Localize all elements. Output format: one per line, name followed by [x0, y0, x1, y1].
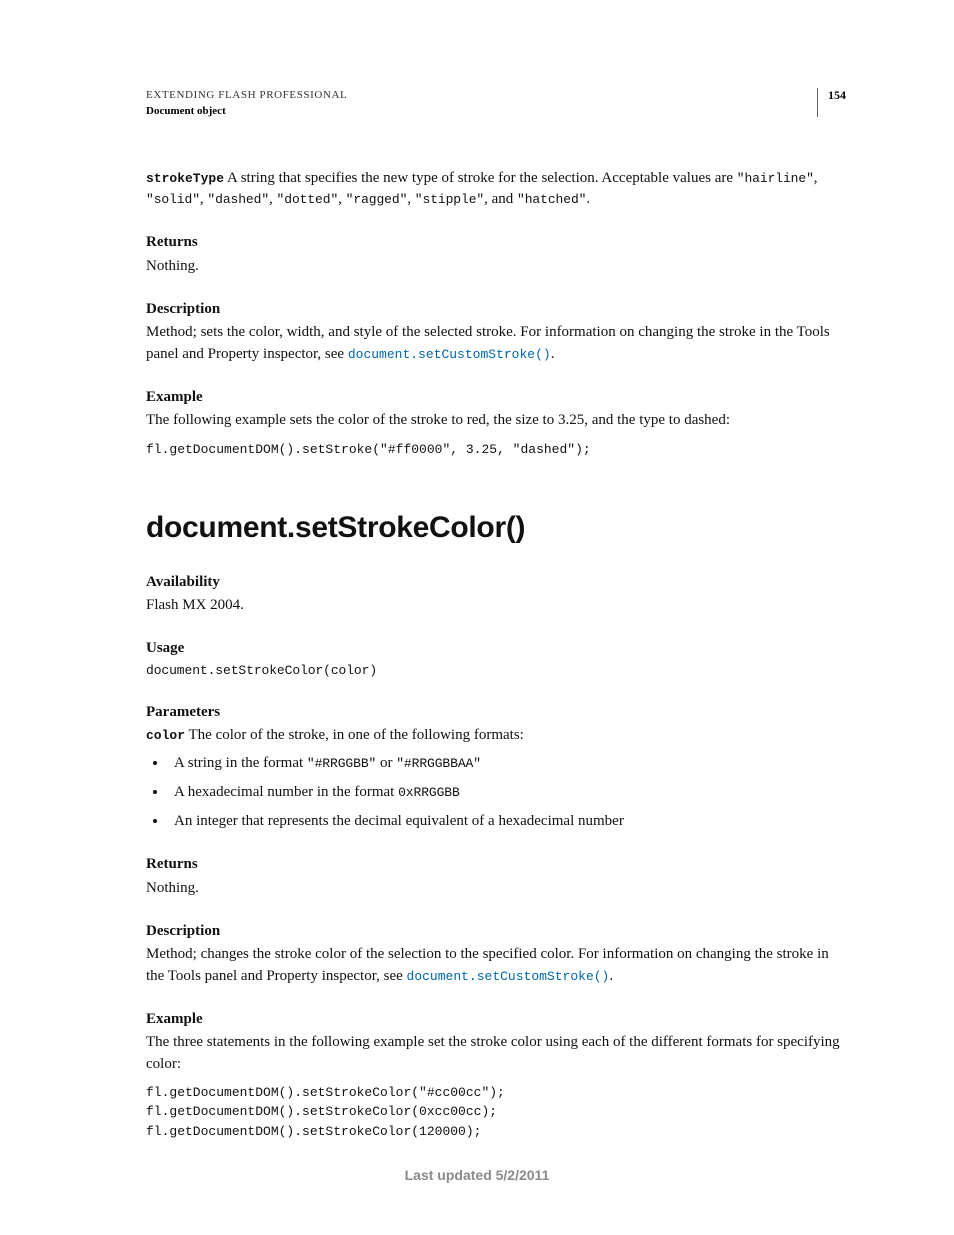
method-heading: document.setStrokeColor()	[146, 507, 846, 550]
parameters-heading: Parameters	[146, 702, 846, 723]
list-item: A hexadecimal number in the format 0xRRG…	[168, 782, 846, 803]
sep: ,	[338, 191, 346, 207]
page-header: EXTENDING FLASH PROFESSIONAL Document ob…	[146, 88, 846, 120]
param-stroketype: strokeType	[146, 171, 224, 186]
page: EXTENDING FLASH PROFESSIONAL Document ob…	[0, 0, 954, 1235]
description-paragraph-2: Method; changes the stroke color of the …	[146, 944, 846, 987]
setcustomstroke-link-2[interactable]: document.setCustomStroke()	[407, 969, 610, 984]
code-hex: 0xRRGGBB	[398, 785, 460, 800]
period: .	[586, 191, 590, 207]
example-code: fl.getDocumentDOM().setStroke("#ff0000",…	[146, 440, 846, 460]
availability-heading: Availability	[146, 572, 846, 593]
example-heading-2: Example	[146, 1009, 846, 1030]
code-rrggbbaa: "#RRGGBBAA"	[396, 756, 481, 771]
list-item: An integer that represents the decimal e…	[168, 811, 846, 832]
description-paragraph: Method; sets the color, width, and style…	[146, 322, 846, 365]
param-color: color	[146, 728, 185, 743]
content: strokeType A string that specifies the n…	[146, 168, 846, 1141]
example-text-2: The three statements in the following ex…	[146, 1032, 846, 1075]
or-text: or	[376, 755, 396, 771]
sep: ,	[269, 191, 277, 207]
usage-heading: Usage	[146, 638, 846, 659]
val-hairline: "hairline"	[737, 171, 814, 186]
description-heading-2: Description	[146, 921, 846, 942]
val-stipple: "stipple"	[415, 192, 484, 207]
description-heading: Description	[146, 299, 846, 320]
bullet-text: A string in the format	[174, 755, 307, 771]
footer-updated: Last updated 5/2/2011	[0, 1167, 954, 1183]
stroketype-desc: A string that specifies the new type of …	[224, 170, 737, 186]
val-solid: "solid"	[146, 192, 200, 207]
example-code-2: fl.getDocumentDOM().setStrokeColor("#cc0…	[146, 1083, 846, 1142]
color-desc: The color of the stroke, in one of the f…	[185, 727, 524, 743]
returns-text: Nothing.	[146, 256, 846, 277]
usage-code: document.setStrokeColor(color)	[146, 662, 846, 680]
sep: ,	[407, 191, 415, 207]
val-dashed: "dashed"	[207, 192, 269, 207]
val-hatched: "hatched"	[517, 192, 586, 207]
availability-text: Flash MX 2004.	[146, 595, 846, 616]
val-dotted: "dotted"	[277, 192, 339, 207]
sep: ,	[814, 170, 818, 186]
returns-heading: Returns	[146, 232, 846, 253]
stroketype-paragraph: strokeType A string that specifies the n…	[146, 168, 846, 211]
bullet-text: A hexadecimal number in the format	[174, 784, 398, 800]
returns-heading-2: Returns	[146, 854, 846, 875]
code-rrggbb: "#RRGGBB"	[307, 756, 376, 771]
sep-and: , and	[484, 191, 517, 207]
period: .	[609, 968, 613, 984]
color-param-line: color The color of the stroke, in one of…	[146, 725, 846, 746]
header-subtitle: Document object	[146, 104, 347, 120]
format-list: A string in the format "#RRGGBB" or "#RR…	[146, 753, 846, 833]
header-title: EXTENDING FLASH PROFESSIONAL	[146, 88, 347, 104]
setcustomstroke-link[interactable]: document.setCustomStroke()	[348, 347, 551, 362]
header-left: EXTENDING FLASH PROFESSIONAL Document ob…	[146, 88, 347, 120]
page-number: 154	[817, 88, 846, 117]
returns-text-2: Nothing.	[146, 878, 846, 899]
period: .	[551, 346, 555, 362]
example-text: The following example sets the color of …	[146, 410, 846, 431]
list-item: A string in the format "#RRGGBB" or "#RR…	[168, 753, 846, 774]
val-ragged: "ragged"	[346, 192, 408, 207]
example-heading: Example	[146, 387, 846, 408]
